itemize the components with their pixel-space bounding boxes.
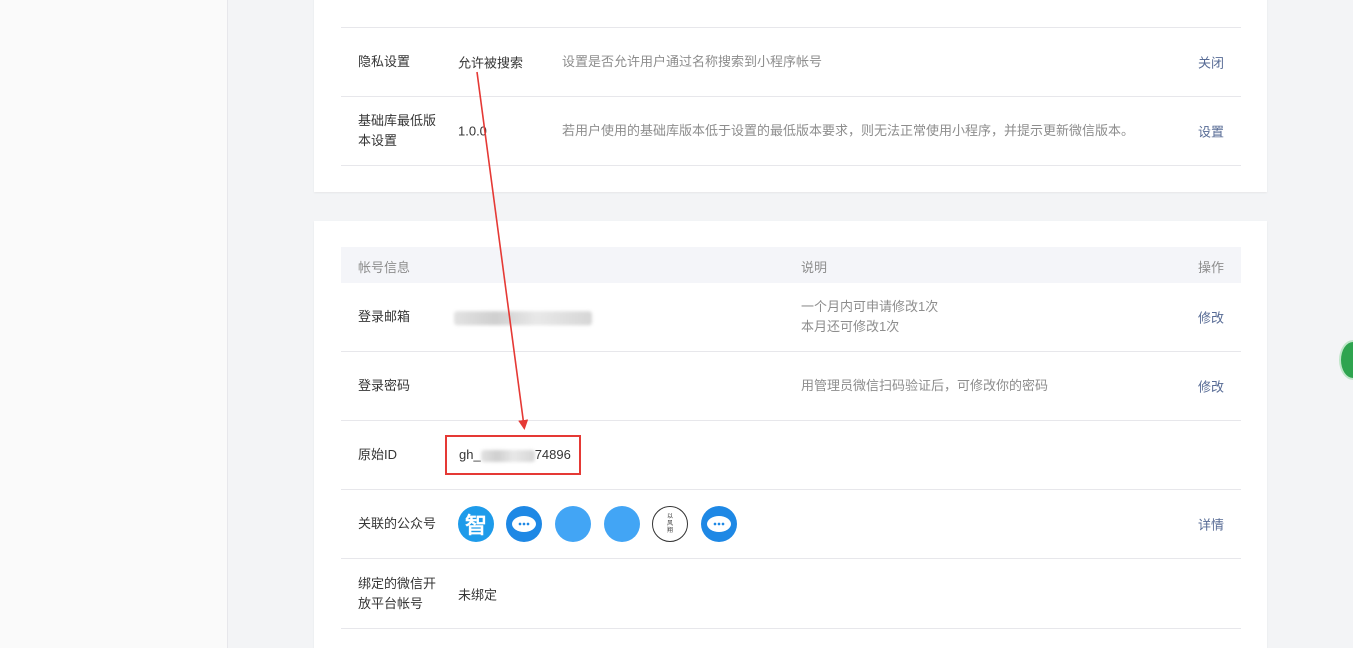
login-password-label: 登录密码 <box>358 378 411 393</box>
open-platform-row: 绑定的微信开 放平台帐号 未绑定 <box>341 559 1241 629</box>
account-avatar-chat-icon[interactable] <box>701 506 737 542</box>
privacy-setting-label: 隐私设置 <box>358 54 411 69</box>
floating-help-icon[interactable] <box>1339 340 1353 380</box>
account-avatar-zhi[interactable]: 智 <box>458 506 494 542</box>
account-avatar-chat-icon[interactable] <box>555 506 591 542</box>
base-lib-set-link[interactable]: 设置 <box>1198 122 1224 141</box>
header-account-info: 帐号信息 <box>358 260 411 275</box>
privacy-setting-desc: 设置是否允许用户通过名称搜索到小程序帐号 <box>562 54 823 69</box>
base-lib-setting-row: 基础库最低版 本设置 1.0.0 若用户使用的基础库版本低于设置的最低版本要求，… <box>341 97 1241 166</box>
login-password-row: 登录密码 用管理员微信扫码验证后，可修改你的密码 修改 <box>341 352 1241 421</box>
login-password-modify-link[interactable]: 修改 <box>1198 377 1224 396</box>
privacy-close-link[interactable]: 关闭 <box>1198 53 1224 72</box>
open-platform-value: 未绑定 <box>458 587 498 602</box>
linked-accounts-details-link[interactable]: 详情 <box>1198 515 1224 534</box>
privacy-setting-row: 隐私设置 允许被搜索 设置是否允许用户通过名称搜索到小程序帐号 关闭 <box>341 27 1241 97</box>
original-id-row: 原始ID gh_ 74896 <box>341 421 1241 490</box>
login-password-desc: 用管理员微信扫码验证后，可修改你的密码 <box>801 378 1049 393</box>
header-description: 说明 <box>801 260 828 275</box>
account-table-header: 帐号信息 说明 操作 <box>341 247 1241 283</box>
account-avatar-chat-icon[interactable] <box>604 506 640 542</box>
login-email-modify-link[interactable]: 修改 <box>1198 308 1224 327</box>
account-avatar-chat-icon[interactable] <box>506 506 542 542</box>
original-id-highlight-box: gh_ 74896 <box>445 435 581 475</box>
privacy-setting-value: 允许被搜索 <box>458 55 524 71</box>
base-lib-desc: 若用户使用的基础库版本低于设置的最低版本要求，则无法正常使用小程序，并提示更新微… <box>562 123 1135 138</box>
login-email-desc: 一个月内可申请修改1次 本月还可修改1次 <box>801 299 939 334</box>
login-email-value-blurred <box>454 309 592 325</box>
left-sidebar <box>0 0 228 648</box>
linked-accounts-label: 关联的公众号 <box>358 516 437 531</box>
linked-official-accounts-row: 关联的公众号 智 以 风 翔 详情 <box>341 490 1241 559</box>
original-id-label: 原始ID <box>358 447 398 462</box>
base-lib-label: 基础库最低版 本设置 <box>358 113 437 148</box>
open-platform-label: 绑定的微信开 放平台帐号 <box>358 575 437 611</box>
settings-card: 隐私设置 允许被搜索 设置是否允许用户通过名称搜索到小程序帐号 关闭 基础库最低… <box>314 0 1267 192</box>
original-id-value: gh_ 74896 <box>459 447 571 462</box>
login-email-row: 登录邮箱 一个月内可申请修改1次 本月还可修改1次 修改 <box>341 283 1241 352</box>
base-lib-version: 1.0.0 <box>458 123 487 139</box>
header-operation: 操作 <box>1197 260 1224 275</box>
login-email-label: 登录邮箱 <box>358 309 411 324</box>
account-info-card: 帐号信息 说明 操作 登录邮箱 一个月内可申请修改1次 本月还可修改1次 修改 … <box>314 221 1267 648</box>
account-avatar-text[interactable]: 以 风 翔 <box>652 506 688 542</box>
